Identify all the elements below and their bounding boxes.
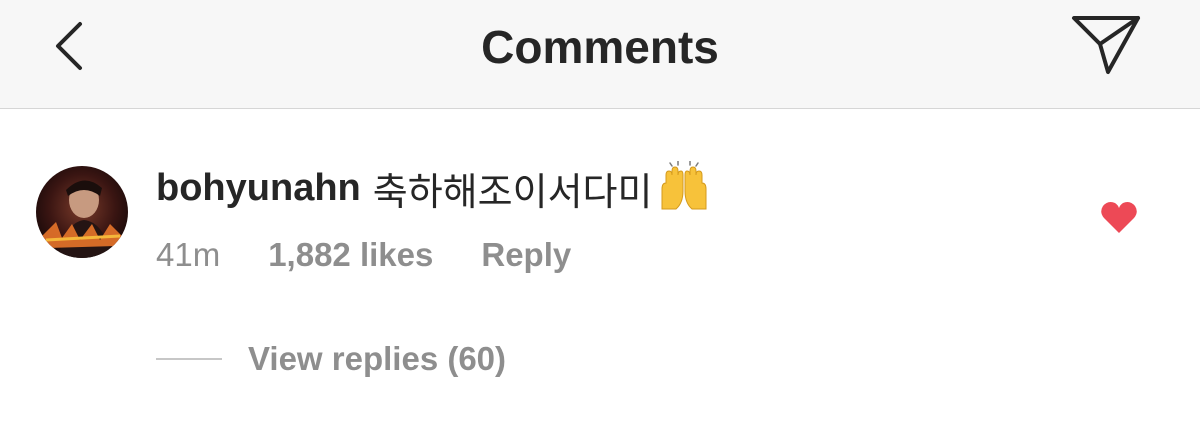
avatar[interactable] <box>36 166 128 258</box>
reply-button[interactable]: Reply <box>481 236 571 274</box>
view-replies-label: View replies (60) <box>248 340 507 377</box>
raising-hands-emoji <box>656 159 712 216</box>
comment-body: bohyunahn 축하해조이서다미 <box>156 159 712 216</box>
comment-meta: 41m 1,882 likes Reply <box>156 232 571 278</box>
page-title: Comments <box>481 21 719 73</box>
raising-hands-icon <box>661 159 707 209</box>
view-replies-button[interactable]: View replies (60) <box>156 336 506 382</box>
comment-likes-count[interactable]: 1,882 likes <box>268 236 433 274</box>
top-bar: Comments <box>0 0 1200 109</box>
comment-text: 축하해조이서다미 <box>372 171 653 214</box>
avatar-image <box>36 166 128 258</box>
replies-divider-line <box>156 358 222 360</box>
share-button[interactable] <box>1068 12 1144 78</box>
like-button[interactable] <box>1100 200 1138 234</box>
paper-plane-icon <box>1072 16 1140 74</box>
heart-icon <box>1101 202 1137 233</box>
comment-username[interactable]: bohyunahn <box>156 167 361 210</box>
comment-timestamp: 41m <box>156 236 221 273</box>
